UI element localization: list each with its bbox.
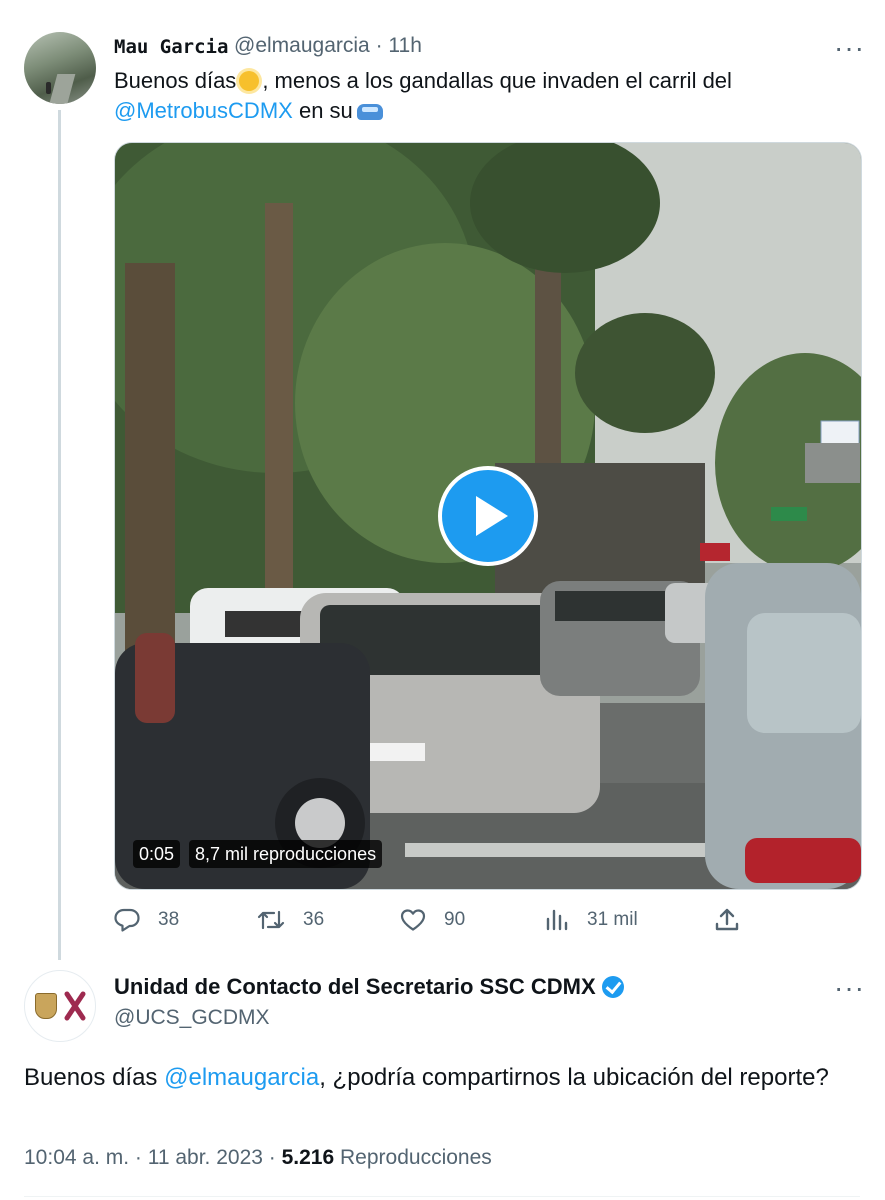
reply-text-part1: Buenos días xyxy=(24,1064,158,1091)
reply-count: 38 xyxy=(158,909,180,930)
like-count: 90 xyxy=(444,909,466,930)
like-button[interactable]: 90 xyxy=(400,904,465,936)
reply-views-count: 5.216 xyxy=(281,1146,335,1169)
reply-mention-link[interactable]: @elmaugarcia xyxy=(164,1064,319,1091)
reply-author-handle[interactable]: @UCS_GCDMX xyxy=(114,1006,270,1030)
tweet-text-part2: , menos a los gandallas que invaden el c… xyxy=(262,68,732,93)
meta-separator: · xyxy=(375,34,383,57)
more-options-icon[interactable]: ··· xyxy=(834,34,865,62)
tweet-text-part3: en su xyxy=(298,98,353,123)
views-count: 31 mil xyxy=(587,909,638,930)
reply-avatar[interactable] xyxy=(24,970,96,1042)
video-player[interactable]: 0:05 8,7 mil reproducciones xyxy=(114,142,862,890)
reply-timestamp[interactable]: 10:04 a. m. · 11 abr. 2023 · xyxy=(24,1146,276,1169)
car-emoji-icon xyxy=(356,104,383,120)
reply-author-name[interactable]: Unidad de Contacto del Secretario SSC CD… xyxy=(114,974,624,1000)
avatar[interactable] xyxy=(24,32,96,104)
tweet-text-part1: Buenos días xyxy=(114,68,237,93)
thread-line xyxy=(58,110,61,960)
reply-views-label: Reproducciones xyxy=(340,1146,492,1169)
reply-author-name-text: Unidad de Contacto del Secretario SSC CD… xyxy=(114,974,596,999)
verified-badge-icon xyxy=(601,976,624,998)
video-views: 8,7 mil reproducciones xyxy=(189,840,383,868)
reply-meta: 10:04 a. m. · 11 abr. 2023 · 5.216 Repro… xyxy=(24,1146,492,1170)
sun-emoji-icon xyxy=(239,71,260,91)
heart-icon xyxy=(400,909,426,931)
analytics-icon xyxy=(546,909,568,931)
tweet-time[interactable]: 11h xyxy=(388,34,421,57)
mention-link[interactable]: @MetrobusCDMX xyxy=(114,98,293,123)
retweet-icon xyxy=(257,910,285,930)
views-button[interactable]: 31 mil xyxy=(545,904,638,936)
author-meta: @elmaugarcia · 11h xyxy=(234,34,422,58)
retweet-button[interactable]: 36 xyxy=(257,904,324,936)
cdmx-logo-icon xyxy=(64,991,86,1021)
crest-logo-icon xyxy=(35,993,57,1019)
play-button[interactable] xyxy=(438,466,538,566)
play-icon xyxy=(476,496,508,536)
tweet-text: Buenos días , menos a los gandallas que i… xyxy=(114,66,834,126)
reply-icon xyxy=(114,908,140,932)
avatar-figure xyxy=(46,82,51,94)
retweet-count: 36 xyxy=(303,909,325,930)
video-duration: 0:05 xyxy=(133,840,181,868)
reply-more-options-icon[interactable]: ··· xyxy=(834,974,865,1002)
divider xyxy=(24,1196,860,1197)
reply-button[interactable]: 38 xyxy=(114,904,179,936)
author-handle[interactable]: @elmaugarcia xyxy=(234,34,370,57)
share-icon xyxy=(715,908,739,931)
reply-text: Buenos días @elmaugarcia, ¿podría compar… xyxy=(24,1062,844,1094)
reply-text-part2: , ¿podría compartirnos la ubicación del … xyxy=(319,1064,829,1091)
author-name[interactable]: Mau Garcia xyxy=(114,36,228,58)
share-button[interactable] xyxy=(714,904,758,936)
